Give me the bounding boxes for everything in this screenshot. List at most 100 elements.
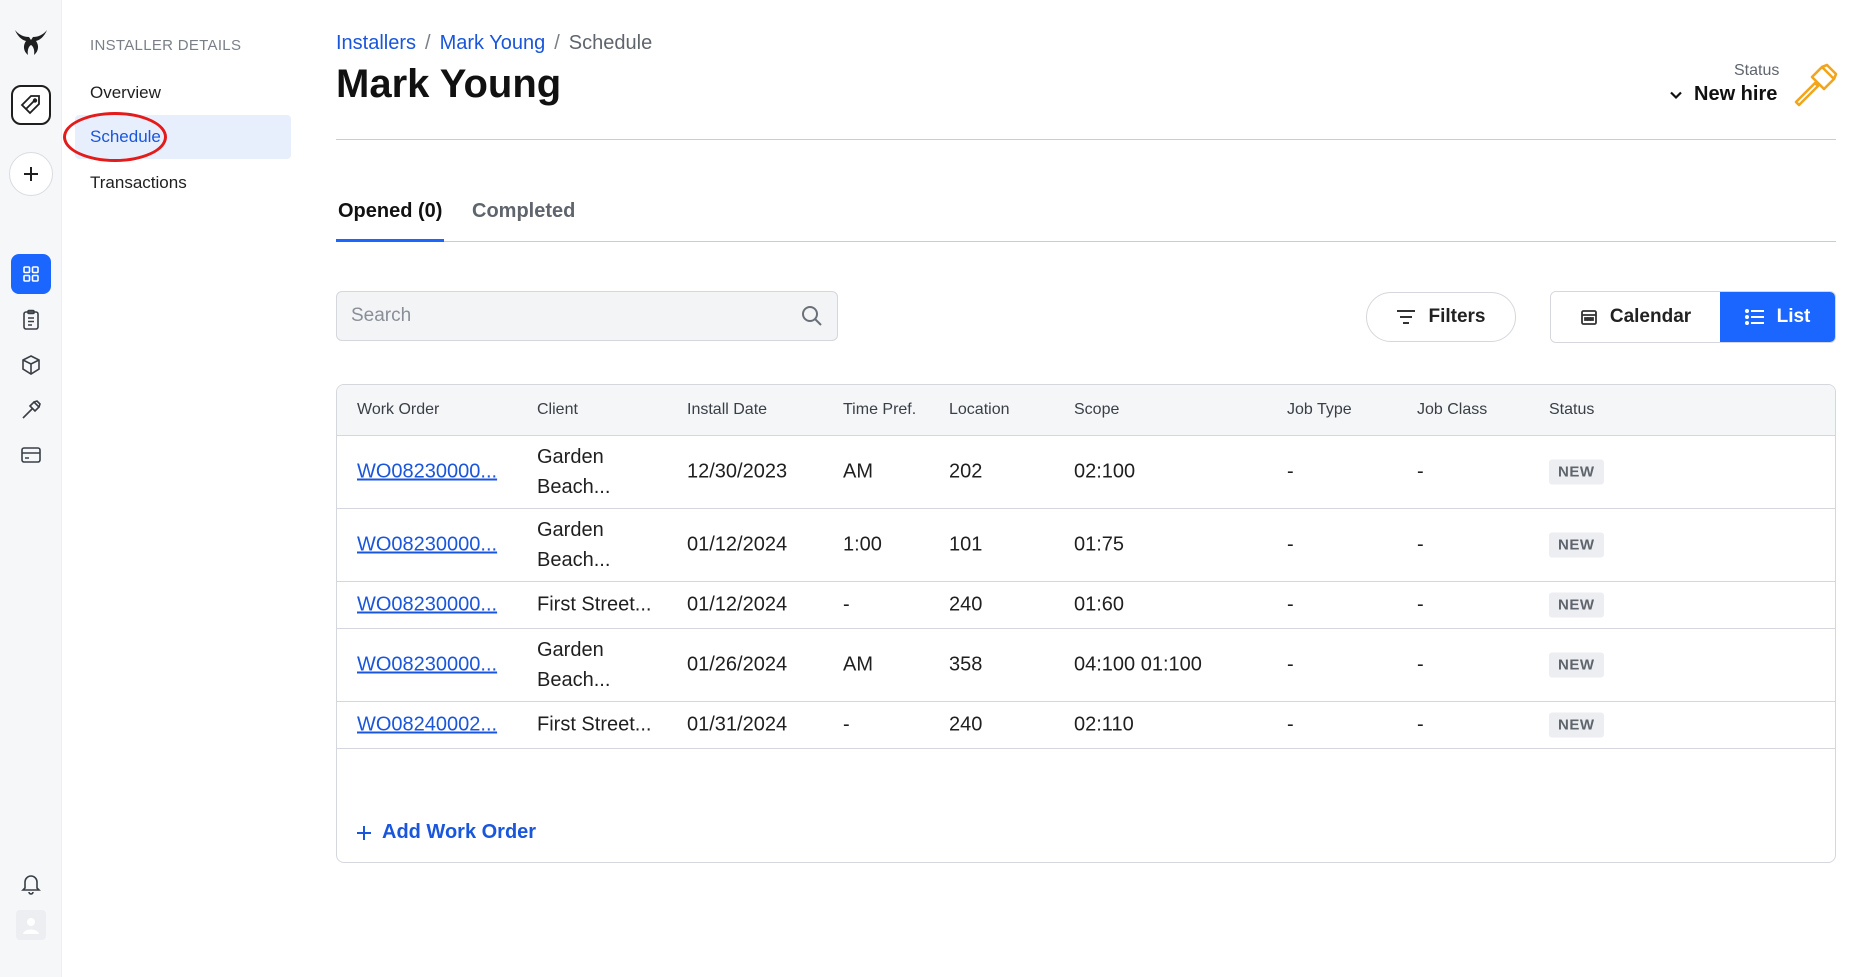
filters-label: Filters [1428, 306, 1486, 327]
table-row[interactable]: WO08230000... First Street... 01/12/2024… [337, 582, 1835, 629]
scope-cell: 02:100 [1074, 460, 1136, 483]
install-date-cell: 01/12/2024 [687, 533, 788, 556]
hammer-icon[interactable] [11, 390, 51, 430]
subnav-item-schedule-label: Schedule [90, 127, 161, 146]
breadcrumb: Installers / Mark Young / Schedule [336, 32, 652, 55]
location-cell: 358 [949, 653, 983, 676]
breadcrumb-separator: / [425, 32, 431, 54]
brand-logo-icon[interactable] [11, 22, 51, 62]
job-class-cell: - [1417, 653, 1424, 676]
subnav-item-transactions[interactable]: Transactions [75, 161, 291, 205]
breadcrumb-current: Schedule [568, 32, 653, 54]
notification-bell-icon[interactable] [11, 864, 51, 904]
job-type-cell: - [1287, 713, 1294, 736]
location-cell: 240 [949, 713, 983, 736]
location-cell: 202 [949, 460, 983, 483]
job-class-cell: - [1417, 593, 1424, 616]
client-cell: First Street... [537, 713, 652, 736]
search-icon[interactable] [801, 305, 823, 327]
search-input[interactable] [351, 305, 801, 327]
work-order-link[interactable]: WO08240002... [357, 714, 497, 737]
column-header-client[interactable]: Client [537, 401, 578, 419]
status-badge: NEW [1549, 712, 1604, 738]
calendar-view-button[interactable]: Calendar [1551, 292, 1720, 342]
status-badge: NEW [1549, 532, 1604, 558]
client-cell: Garden Beach... [537, 639, 611, 691]
install-date-cell: 01/12/2024 [687, 593, 788, 616]
list-icon [1744, 309, 1764, 325]
tab-completed[interactable]: Completed [470, 192, 577, 240]
column-header-install-date[interactable]: Install Date [687, 401, 767, 419]
status-badge: NEW [1549, 459, 1604, 485]
breadcrumb-mark-young[interactable]: Mark Young [440, 32, 546, 54]
table-row[interactable]: WO08230000... Garden Beach... 01/26/2024… [337, 629, 1835, 702]
status-badge: NEW [1549, 592, 1604, 618]
work-order-link[interactable]: WO08230000... [357, 594, 497, 617]
column-header-time-pref[interactable]: Time Pref. [843, 401, 916, 419]
subnav-title: INSTALLER DETAILS [90, 37, 242, 54]
time-pref-cell: - [843, 713, 850, 736]
subnav-item-overview[interactable]: Overview [75, 71, 291, 115]
search-box [336, 291, 838, 341]
add-app-button[interactable] [8, 152, 53, 196]
work-orders-table: Work Order Client Install Date Time Pref… [336, 384, 1836, 863]
time-pref-cell: 1:00 [843, 533, 882, 556]
chevron-down-icon [1670, 91, 1682, 99]
tag-app-icon[interactable] [10, 85, 51, 125]
tab-opened[interactable]: Opened (0) [336, 192, 445, 242]
table-row[interactable]: WO08230000... Garden Beach... 12/30/2023… [337, 436, 1835, 509]
list-view-button[interactable]: List [1720, 292, 1835, 342]
status-value: New hire [1694, 83, 1778, 105]
job-type-cell: - [1287, 593, 1294, 616]
subnav-item-schedule[interactable]: Schedule [63, 112, 291, 162]
scope-cell: 02:110 [1074, 713, 1134, 736]
status-dropdown[interactable]: New hire [1668, 83, 1777, 106]
list-label: List [1776, 306, 1811, 327]
column-header-work-order[interactable]: Work Order [357, 401, 439, 419]
clipboard-icon[interactable] [11, 300, 51, 340]
add-work-order-button[interactable]: Add Work Order [356, 821, 536, 844]
dashboard-icon[interactable] [10, 254, 51, 294]
client-cell: First Street... [537, 593, 652, 616]
column-header-status[interactable]: Status [1549, 401, 1594, 419]
install-date-cell: 01/26/2024 [687, 653, 788, 676]
job-type-cell: - [1287, 533, 1294, 556]
time-pref-cell: AM [843, 653, 873, 676]
work-order-link[interactable]: WO08230000... [357, 534, 497, 557]
plus-icon [357, 825, 371, 840]
header-divider [336, 139, 1836, 140]
work-order-link[interactable]: WO08230000... [357, 654, 497, 677]
calendar-label: Calendar [1609, 306, 1692, 327]
package-icon[interactable] [11, 345, 51, 385]
breadcrumb-separator: / [554, 32, 560, 54]
table-header: Work Order Client Install Date Time Pref… [337, 385, 1835, 436]
schedule-tabs: Opened (0) Completed [336, 192, 1836, 242]
page-title: Mark Young [336, 62, 562, 106]
table-row[interactable]: WO08240002... First Street... 01/31/2024… [337, 702, 1835, 749]
job-type-cell: - [1287, 653, 1294, 676]
scope-cell: 01:60 [1074, 593, 1125, 616]
location-cell: 101 [949, 533, 983, 556]
filters-button[interactable]: Filters [1366, 292, 1516, 342]
scope-cell: 04:100 01:100 [1074, 653, 1202, 676]
column-header-location[interactable]: Location [949, 401, 1010, 419]
view-toggle: Calendar List [1550, 291, 1836, 343]
column-header-job-type[interactable]: Job Type [1287, 401, 1352, 419]
user-avatar[interactable] [15, 910, 46, 940]
job-class-cell: - [1417, 533, 1424, 556]
app-rail [0, 0, 62, 977]
job-type-cell: - [1287, 460, 1294, 483]
work-order-link[interactable]: WO08230000... [357, 461, 497, 484]
breadcrumb-installers[interactable]: Installers [336, 32, 416, 54]
install-date-cell: 12/30/2023 [687, 460, 788, 483]
location-cell: 240 [949, 593, 983, 616]
column-header-scope[interactable]: Scope [1074, 401, 1119, 419]
install-date-cell: 01/31/2024 [687, 713, 788, 736]
column-header-job-class[interactable]: Job Class [1417, 401, 1487, 419]
job-class-cell: - [1417, 713, 1424, 736]
filter-icon [1397, 310, 1416, 324]
credit-card-icon[interactable] [11, 435, 51, 475]
client-cell: Garden Beach... [537, 519, 611, 571]
time-pref-cell: AM [843, 460, 873, 483]
table-row[interactable]: WO08230000... Garden Beach... 01/12/2024… [337, 509, 1835, 582]
